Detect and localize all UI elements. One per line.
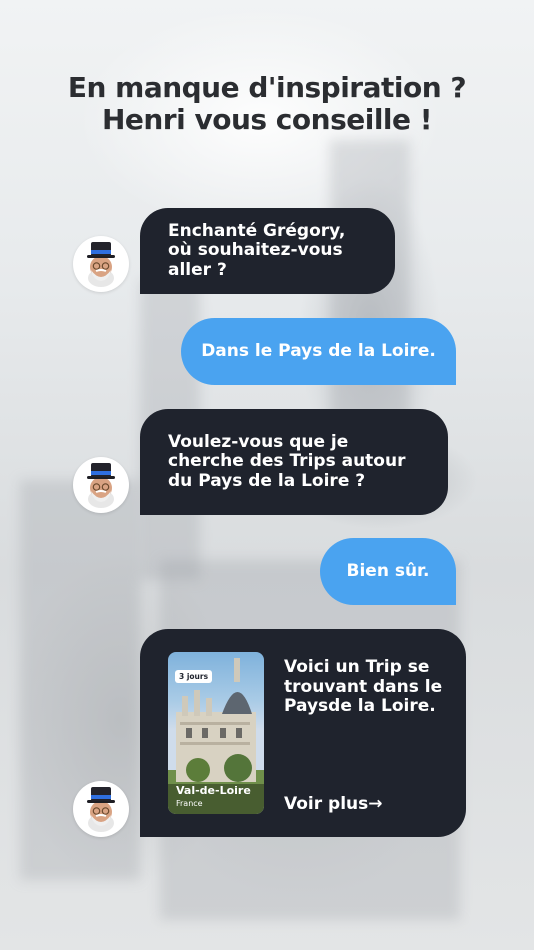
trip-card[interactable]: 3 jours Val-de-Loire France: [168, 652, 264, 814]
henri-message: Enchanté Grégory, où souhaitez-vous alle…: [140, 208, 395, 294]
trip-duration-badge: 3 jours: [175, 670, 213, 683]
title-line-2: Henri vous conseille !: [101, 103, 433, 136]
user-message: Dans le Pays de la Loire.: [181, 318, 456, 385]
henri-avatar: [73, 457, 129, 513]
henri-avatar: [73, 236, 129, 292]
title-line-1: En manque d'inspiration ?: [67, 71, 467, 104]
message-text: Voulez-vous que je cherche des Trips aut…: [168, 431, 406, 491]
see-more-link[interactable]: Voir plus→: [284, 794, 383, 814]
page-title: En manque d'inspiration ? Henri vous con…: [0, 72, 534, 136]
message-text: Dans le Pays de la Loire.: [201, 340, 436, 361]
henri-avatar-icon: [87, 463, 115, 508]
trip-place: Val-de-Loire: [176, 784, 251, 797]
henri-avatar: [73, 781, 129, 837]
user-message: Bien sûr.: [320, 538, 456, 605]
message-text: Bien sûr.: [346, 560, 430, 581]
trip-country: France: [176, 799, 203, 808]
henri-avatar-icon: [87, 787, 115, 832]
henri-avatar-icon: [87, 242, 115, 287]
message-text: Enchanté Grégory, où souhaitez-vous alle…: [168, 220, 346, 280]
henri-message: Voulez-vous que je cherche des Trips aut…: [140, 409, 448, 515]
trip-message-text: Voici un Trip se trouvant dans le Paysde…: [284, 657, 443, 716]
